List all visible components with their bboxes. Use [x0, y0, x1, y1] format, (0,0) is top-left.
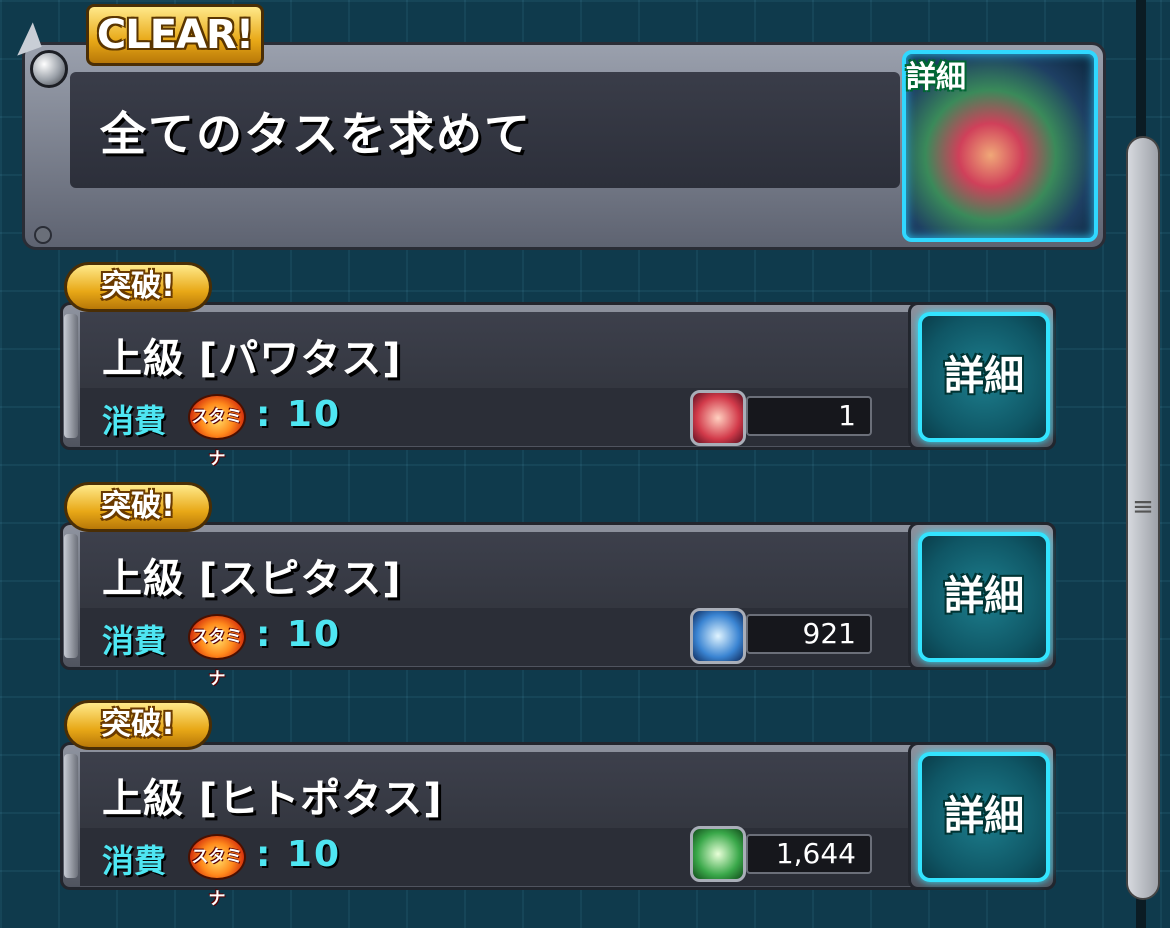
cost-value: : 10	[256, 614, 342, 655]
cost-label: 消費	[102, 622, 167, 660]
quest-title: 上級 [ヒトポタス]	[102, 776, 443, 822]
pin-icon	[30, 50, 68, 88]
detail-button[interactable]: 詳細	[918, 752, 1050, 882]
monster-icon	[690, 608, 746, 664]
cost-value: : 10	[256, 394, 342, 435]
quest-card-side-bar	[64, 754, 78, 878]
owned-count: 1,644	[746, 834, 872, 874]
cost-label: 消費	[102, 402, 167, 440]
monster-icon	[690, 826, 746, 882]
break-badge: 突破!	[64, 700, 212, 750]
detail-button[interactable]: 詳細	[918, 312, 1050, 442]
cost-label: 消費	[102, 842, 167, 880]
quest-header-title: 全てのタスを求めて	[100, 107, 532, 161]
quest-card-side-bar	[64, 534, 78, 658]
detail-button[interactable]: 詳細	[918, 532, 1050, 662]
monster-icon	[690, 390, 746, 446]
stamina-icon: スタミナ	[188, 614, 246, 689]
quest-card-side-bar	[64, 314, 78, 438]
owned-count: 921	[746, 614, 872, 654]
screw-icon	[34, 226, 52, 244]
stamina-icon: スタミナ	[188, 394, 246, 469]
break-badge: 突破!	[64, 482, 212, 532]
stamina-icon: スタミナ	[188, 834, 246, 909]
cost-value: : 10	[256, 834, 342, 875]
owned-count: 1	[746, 396, 872, 436]
quest-title: 上級 [パワタス]	[102, 336, 402, 382]
quest-art-detail-label: 詳細	[906, 60, 966, 95]
clear-badge: CLEAR!	[86, 4, 264, 66]
quest-title: 上級 [スピタス]	[102, 556, 402, 602]
scrollbar-grip-icon: ≡	[1132, 492, 1154, 522]
break-badge: 突破!	[64, 262, 212, 312]
